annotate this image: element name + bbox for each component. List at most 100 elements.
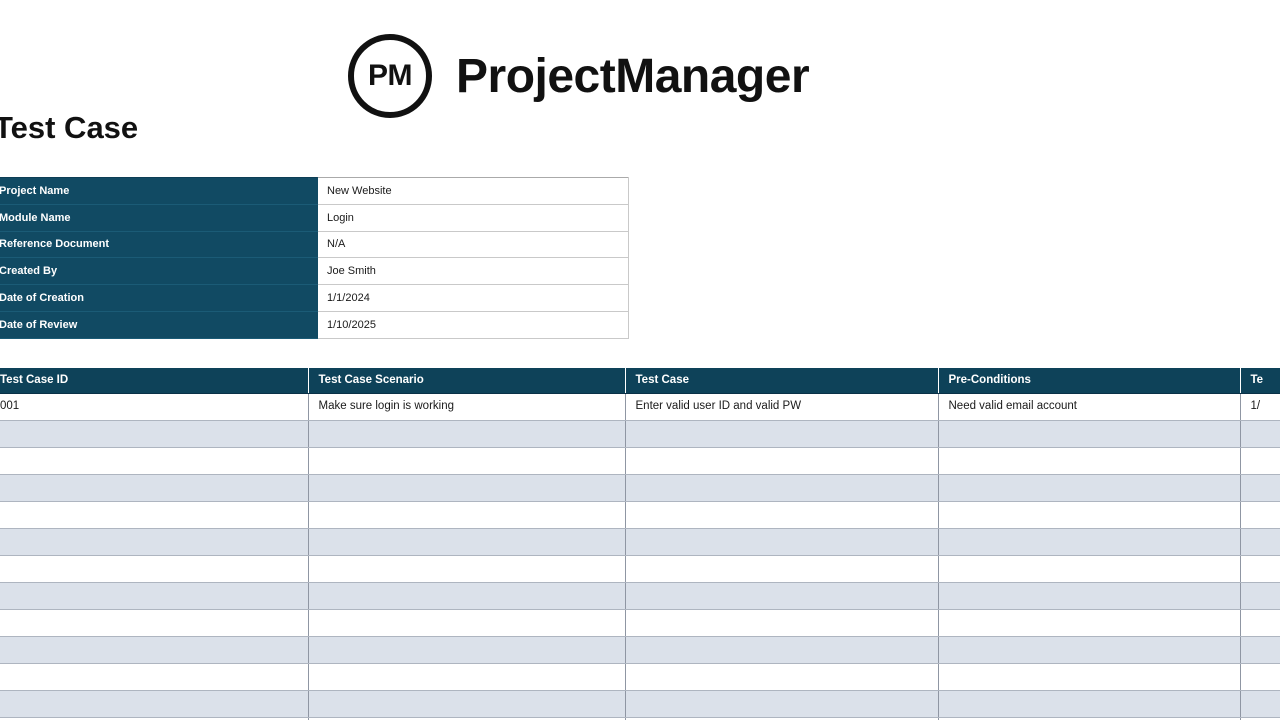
column-header-test-case-scenario[interactable]: Test Case Scenario <box>308 368 626 394</box>
cell-test-steps[interactable] <box>1240 447 1280 475</box>
test-case-grid-body: 001 Make sure login is working Enter valid… <box>0 393 1280 720</box>
grid-header-row: Test Case ID Test Case Scenario Test Cas… <box>0 368 1280 394</box>
cell-test-case[interactable] <box>625 663 939 691</box>
cell-test-case[interactable] <box>625 528 939 556</box>
info-value-module-name[interactable]: Login <box>317 204 629 232</box>
cell-test-steps[interactable] <box>1240 528 1280 556</box>
info-value-project-name[interactable]: New Website <box>317 177 629 205</box>
cell-pre-conditions[interactable] <box>938 447 1241 475</box>
table-row <box>0 609 1280 637</box>
info-row: Date of Creation 1/1/2024 <box>0 284 629 312</box>
table-row <box>0 447 1280 475</box>
cell-test-case[interactable] <box>625 447 939 475</box>
cell-pre-conditions[interactable] <box>938 582 1241 610</box>
brand-logo: PM ProjectManager <box>348 34 810 118</box>
cell-pre-conditions[interactable] <box>938 609 1241 637</box>
cell-test-case[interactable] <box>625 555 939 583</box>
cell-test-case-id[interactable] <box>0 528 309 556</box>
cell-test-case-id[interactable] <box>0 582 309 610</box>
cell-test-case[interactable] <box>625 636 939 664</box>
cell-pre-conditions[interactable] <box>938 555 1241 583</box>
info-label-module-name: Module Name <box>0 204 318 232</box>
cell-test-case-id[interactable] <box>0 420 309 448</box>
page-title: Test Case <box>0 110 139 145</box>
project-info-body: Project Name New Website Module Name Log… <box>0 177 629 339</box>
cell-test-steps[interactable] <box>1240 420 1280 448</box>
pm-monogram-text: PM <box>368 59 413 92</box>
cell-test-case[interactable] <box>625 690 939 718</box>
cell-test-case[interactable] <box>625 474 939 502</box>
project-info-table: Project Name New Website Module Name Log… <box>0 177 629 339</box>
cell-test-steps[interactable] <box>1240 609 1280 637</box>
cell-pre-conditions[interactable]: Need valid email account <box>938 393 1241 421</box>
table-row <box>0 555 1280 583</box>
cell-test-case-scenario[interactable] <box>308 420 626 448</box>
cell-test-case-scenario[interactable]: Make sure login is working <box>308 393 626 421</box>
cell-pre-conditions[interactable] <box>938 420 1241 448</box>
brand-name-text: ProjectManager <box>456 49 810 103</box>
cell-test-case-id[interactable] <box>0 636 309 664</box>
cell-test-case-id[interactable] <box>0 474 309 502</box>
table-row <box>0 636 1280 664</box>
info-value-reference-document[interactable]: N/A <box>317 231 629 259</box>
info-row: Project Name New Website <box>0 177 629 205</box>
table-row <box>0 690 1280 718</box>
cell-pre-conditions[interactable] <box>938 501 1241 529</box>
info-label-created-by: Created By <box>0 257 318 286</box>
cell-test-case-id[interactable]: 001 <box>0 393 309 421</box>
info-row: Module Name Login <box>0 204 629 232</box>
cell-test-case[interactable] <box>625 501 939 529</box>
cell-pre-conditions[interactable] <box>938 663 1241 691</box>
cell-test-case[interactable] <box>625 609 939 637</box>
cell-pre-conditions[interactable] <box>938 636 1241 664</box>
cell-test-case-scenario[interactable] <box>308 582 626 610</box>
cell-test-case-id[interactable] <box>0 609 309 637</box>
cell-test-case[interactable] <box>625 582 939 610</box>
cell-test-steps[interactable]: 1/ <box>1240 393 1280 421</box>
cell-test-case-scenario[interactable] <box>308 501 626 529</box>
table-row <box>0 582 1280 610</box>
cell-test-case-scenario[interactable] <box>308 636 626 664</box>
cell-pre-conditions[interactable] <box>938 690 1241 718</box>
info-value-created-by[interactable]: Joe Smith <box>317 257 629 286</box>
cell-test-steps[interactable] <box>1240 690 1280 718</box>
table-row <box>0 501 1280 529</box>
cell-test-case-id[interactable] <box>0 501 309 529</box>
table-row <box>0 474 1280 502</box>
cell-pre-conditions[interactable] <box>938 474 1241 502</box>
cell-test-case-scenario[interactable] <box>308 528 626 556</box>
cell-test-steps[interactable] <box>1240 474 1280 502</box>
cell-test-steps[interactable] <box>1240 555 1280 583</box>
column-header-test-case-id[interactable]: Test Case ID <box>0 368 309 394</box>
column-header-test-case[interactable]: Test Case <box>625 368 939 394</box>
cell-test-steps[interactable] <box>1240 663 1280 691</box>
info-value-date-of-creation[interactable]: 1/1/2024 <box>317 284 629 312</box>
cell-test-case[interactable] <box>625 420 939 448</box>
test-case-grid-header: Test Case ID Test Case Scenario Test Cas… <box>0 368 1280 394</box>
cell-test-case-scenario[interactable] <box>308 447 626 475</box>
column-header-test-steps[interactable]: Te <box>1240 368 1280 394</box>
cell-test-steps[interactable] <box>1240 501 1280 529</box>
info-label-reference-document: Reference Document <box>0 231 318 259</box>
cell-test-case-scenario[interactable] <box>308 609 626 637</box>
cell-test-case-id[interactable] <box>0 447 309 475</box>
info-label-date-of-review: Date of Review <box>0 311 318 339</box>
info-value-date-of-review[interactable]: 1/10/2025 <box>317 311 629 339</box>
cell-test-case[interactable]: Enter valid user ID and valid PW <box>625 393 939 421</box>
cell-test-case-scenario[interactable] <box>308 663 626 691</box>
cell-test-case-scenario[interactable] <box>308 690 626 718</box>
table-row <box>0 663 1280 691</box>
info-row: Date of Review 1/10/2025 <box>0 311 629 339</box>
cell-test-case-scenario[interactable] <box>308 555 626 583</box>
cell-test-steps[interactable] <box>1240 636 1280 664</box>
column-header-pre-conditions[interactable]: Pre-Conditions <box>938 368 1241 394</box>
cell-test-case-id[interactable] <box>0 690 309 718</box>
table-row <box>0 420 1280 448</box>
cell-test-steps[interactable] <box>1240 582 1280 610</box>
cell-test-case-id[interactable] <box>0 663 309 691</box>
info-row: Created By Joe Smith <box>0 257 629 286</box>
cell-pre-conditions[interactable] <box>938 528 1241 556</box>
cell-test-case-id[interactable] <box>0 555 309 583</box>
info-label-project-name: Project Name <box>0 177 318 205</box>
cell-test-case-scenario[interactable] <box>308 474 626 502</box>
